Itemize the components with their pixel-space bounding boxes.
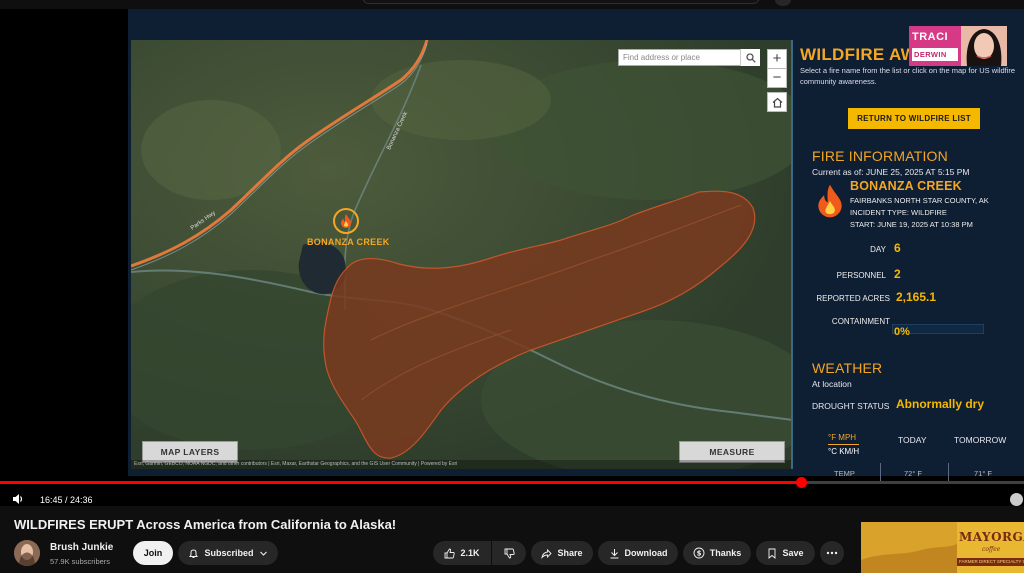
day-value: 6: [894, 241, 901, 255]
streamer-name-1: TRACI: [912, 31, 949, 43]
like-count: 2.1K: [460, 548, 480, 558]
download-icon: [610, 548, 618, 558]
map-imagery: [131, 40, 791, 469]
share-icon: [541, 548, 553, 559]
drought-value: Abnormally dry: [896, 397, 985, 411]
pause-icon[interactable]: [1010, 493, 1023, 506]
thanks-label: Thanks: [709, 548, 742, 558]
acres-value: 2,165.1: [896, 290, 937, 304]
share-button[interactable]: Share: [531, 541, 593, 565]
like-button[interactable]: 2.1K: [433, 541, 491, 565]
zoom-in-button[interactable]: +: [767, 49, 787, 69]
temp-today: 72° F: [904, 469, 923, 478]
at-location: At location: [812, 379, 852, 389]
fire-map-label: BONANZA CREEK: [307, 237, 390, 247]
divider: [880, 463, 881, 481]
bell-icon: [189, 548, 199, 558]
video-title: WILDFIRES ERUPT Across America from Cali…: [14, 517, 397, 532]
ad-tagline: FARMER DIRECT SPECIALTY GRADE: [957, 558, 1024, 566]
search-box[interactable]: [362, 0, 760, 4]
thumbs-down-icon: [504, 548, 515, 558]
subscribed-label: Subscribed: [204, 548, 254, 558]
more-icon: [826, 551, 838, 555]
forecast-tomorrow: TOMORROW: [954, 435, 1007, 445]
map-attribution: Esri, Garmin, GEBCO, NOAA NGDC, and othe…: [131, 460, 791, 469]
subscriber-count: 57.9K subscribers: [50, 557, 111, 566]
ad-brand: MAYORGA: [959, 530, 1024, 544]
day-label: DAY: [870, 245, 886, 254]
top-search-strip: [0, 0, 1024, 9]
incident-type: INCIDENT TYPE: WILDFIRE: [850, 208, 947, 217]
voice-search-button[interactable]: [775, 0, 791, 6]
temp-label: TEMP: [834, 469, 855, 478]
unit-toggle: °F MPH °C KM/H: [828, 431, 860, 458]
containment-label: CONTAINMENT: [831, 317, 890, 326]
fire-county: FAIRBANKS NORTH STAR COUNTY, AK: [850, 196, 989, 205]
fire-name: BONANZA CREEK: [850, 179, 962, 193]
time-display: 16:45 / 24:36: [40, 495, 93, 505]
weather-title: WEATHER: [812, 360, 883, 376]
current-as-of: Current as of: JUNE 25, 2025 AT 5:15 PM: [812, 167, 970, 177]
video-frame: Find address or place + − Parks Hwy Bona…: [128, 9, 1024, 481]
temp-tomorrow: 71° F: [974, 469, 993, 478]
video-player[interactable]: Find address or place + − Parks Hwy Bona…: [0, 9, 1024, 506]
subscribed-button[interactable]: Subscribed: [178, 541, 278, 565]
thumbs-up-icon: [445, 548, 456, 558]
thanks-icon: $: [693, 547, 705, 559]
thanks-button[interactable]: $ Thanks: [683, 541, 751, 565]
dislike-button[interactable]: [492, 541, 526, 565]
drought-label: DROUGHT STATUS: [812, 401, 890, 411]
avatar[interactable]: [14, 540, 40, 566]
fire-icon: [341, 214, 351, 228]
satellite-map[interactable]: Find address or place + − Parks Hwy Bona…: [131, 40, 793, 469]
download-button[interactable]: Download: [598, 541, 678, 565]
bookmark-icon: [769, 548, 776, 559]
home-button[interactable]: [767, 92, 787, 112]
share-label: Share: [557, 548, 583, 558]
personnel-value: 2: [894, 267, 901, 281]
divider: [948, 463, 949, 481]
volume-icon[interactable]: [12, 493, 24, 505]
fire-icon-large: [818, 184, 842, 218]
fire-marker[interactable]: [333, 208, 359, 234]
save-label: Save: [782, 548, 804, 558]
streamer-overlay: TRACI DERWIN: [909, 26, 1007, 66]
youtube-watch-page: Find address or place + − Parks Hwy Bona…: [0, 0, 1024, 573]
svg-text:$: $: [696, 550, 701, 558]
return-to-list-button[interactable]: RETURN TO WILDFIRE LIST: [848, 108, 980, 129]
search-icon: [745, 52, 756, 63]
chevron-down-icon: [259, 551, 267, 556]
wildfire-info-panel: WILDFIRE AWARE - LIST Select a fire name…: [798, 39, 1024, 481]
unit-imperial[interactable]: °F MPH: [828, 431, 860, 445]
join-button[interactable]: Join: [133, 541, 173, 565]
map-search-button[interactable]: [740, 49, 760, 66]
ad-subbrand: coffee: [982, 546, 1001, 553]
progress-bar[interactable]: [0, 477, 1024, 488]
temperature-row: TEMP 72° F 71° F: [798, 463, 1024, 481]
unit-metric[interactable]: °C KM/H: [828, 445, 859, 458]
home-icon: [772, 97, 782, 108]
save-button[interactable]: Save: [756, 541, 815, 565]
personnel-label: PERSONNEL: [836, 271, 886, 280]
more-actions-button[interactable]: [820, 541, 844, 565]
ad-coffee-image: [861, 522, 957, 573]
fire-start: START: JUNE 19, 2025 AT 10:38 PM: [850, 220, 973, 229]
sponsored-ad[interactable]: MAYORGA coffee FARMER DIRECT SPECIALTY G…: [861, 522, 1024, 573]
streamer-webcam: [961, 26, 1007, 66]
app-description: Select a fire name from the list or clic…: [800, 66, 1016, 86]
fire-info-title: FIRE INFORMATION: [812, 148, 948, 164]
streamer-name-2: DERWIN: [912, 48, 958, 61]
channel-name[interactable]: Brush Junkie: [50, 542, 113, 553]
zoom-out-button[interactable]: −: [767, 68, 787, 88]
map-search-input[interactable]: Find address or place: [618, 49, 760, 66]
containment-value: 0%: [894, 326, 910, 338]
download-label: Download: [624, 548, 668, 558]
forecast-today: TODAY: [898, 435, 927, 445]
progress-fill: [0, 481, 801, 484]
progress-scrubber[interactable]: [795, 477, 807, 488]
acres-label: REPORTED ACRES: [816, 294, 890, 303]
